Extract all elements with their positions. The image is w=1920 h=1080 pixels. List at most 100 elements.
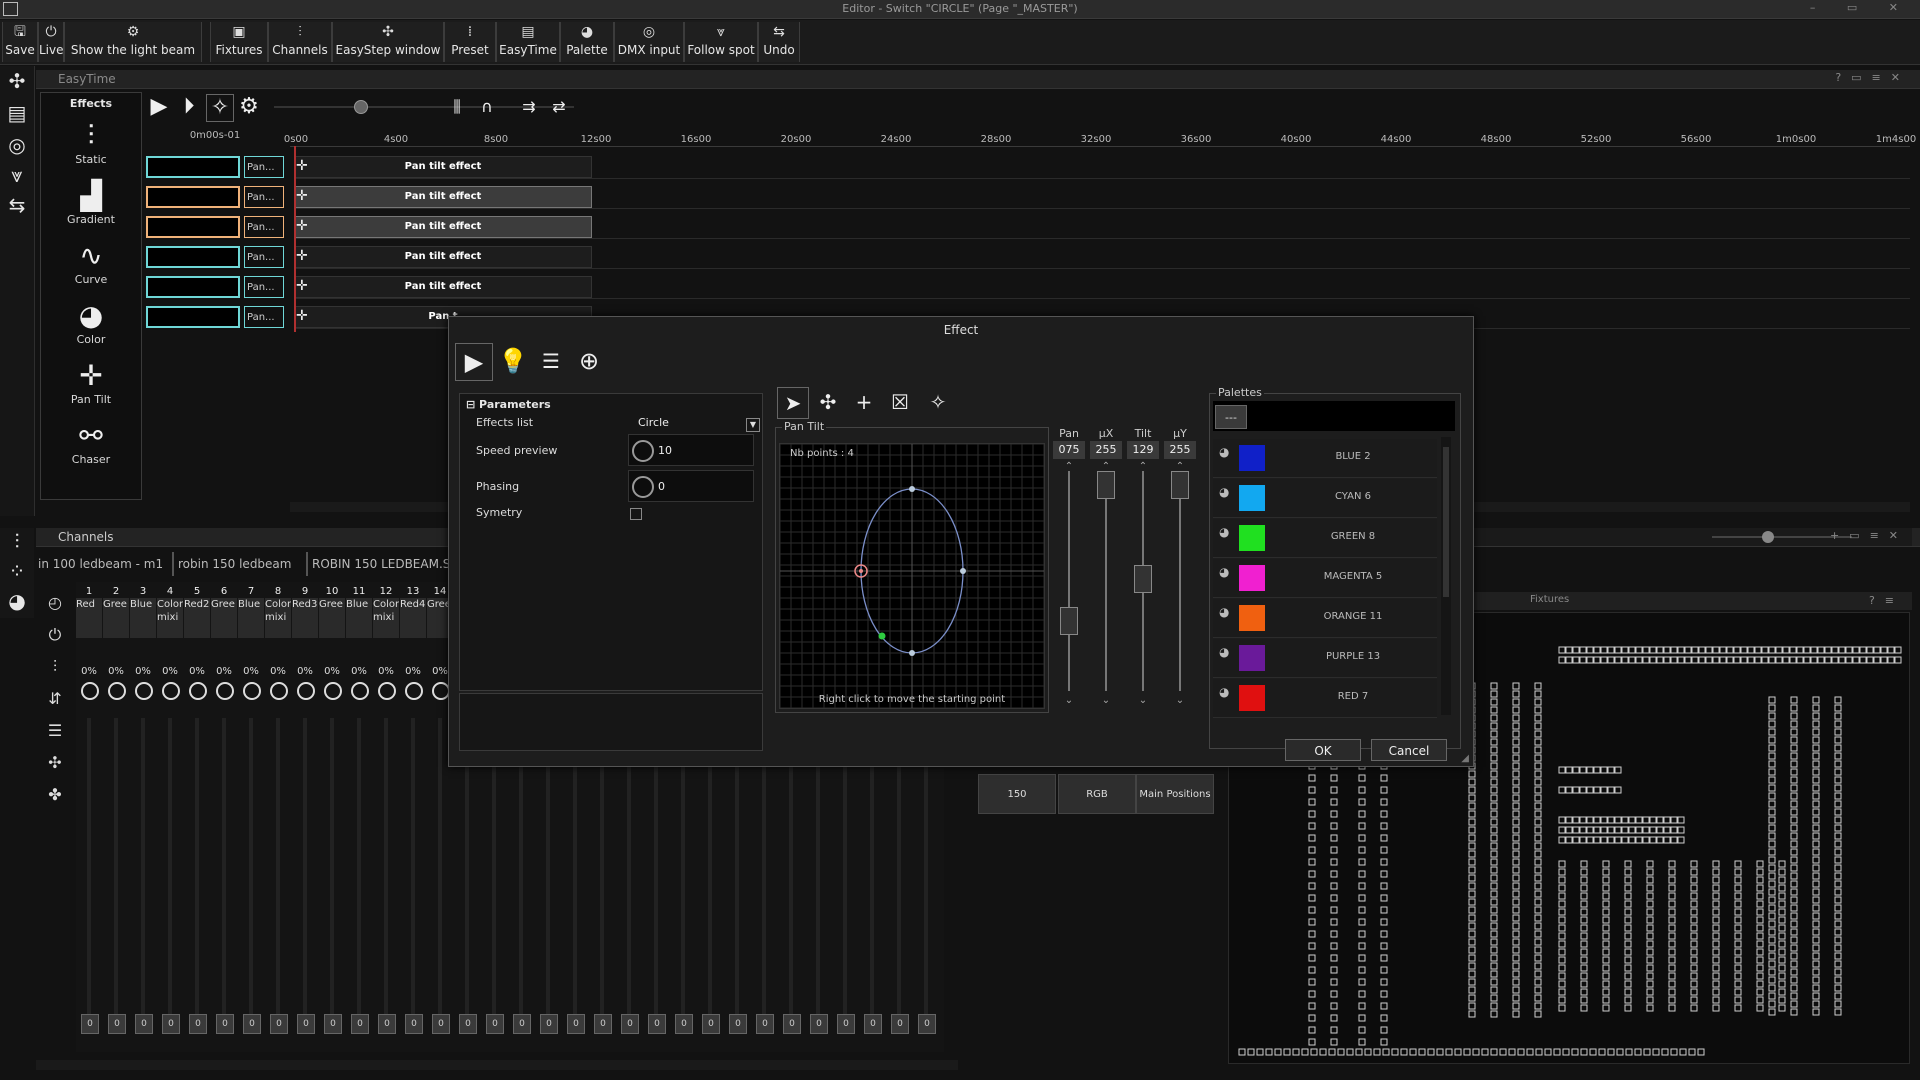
fixture-cell[interactable] [1712, 996, 1720, 1004]
fixture-cell[interactable] [1834, 696, 1842, 704]
fixture-cell[interactable] [1427, 1048, 1435, 1056]
fixture-cell[interactable] [1768, 888, 1776, 896]
fixture-cell[interactable] [1607, 826, 1615, 834]
track-selector[interactable] [146, 306, 240, 328]
fixture-cell[interactable] [1812, 816, 1820, 824]
fixture-cell[interactable] [1358, 882, 1366, 890]
fixture-cell[interactable] [1380, 978, 1388, 986]
fixture-cell[interactable] [1558, 868, 1566, 876]
channel-fader-handle[interactable]: 0 [702, 1014, 720, 1034]
fixture-cell[interactable] [1308, 918, 1316, 926]
fixture-cell[interactable] [1580, 916, 1588, 924]
fixture-cell[interactable] [1308, 990, 1316, 998]
fixture-cell[interactable] [1364, 1048, 1372, 1056]
fixture-cell[interactable] [1643, 1048, 1651, 1056]
easystep-window-button[interactable]: ✣ EasyStep window [332, 22, 444, 62]
fixture-cell[interactable] [1852, 656, 1860, 664]
fixture-cell[interactable] [1887, 646, 1895, 654]
fixture-cell[interactable] [1768, 816, 1776, 824]
fixture-cell[interactable] [1812, 704, 1820, 712]
fixture-cell[interactable] [1330, 798, 1338, 806]
fixture-cell[interactable] [1380, 930, 1388, 938]
fixture-cell[interactable] [1382, 1048, 1390, 1056]
fixture-cell[interactable] [1600, 826, 1608, 834]
fixture-cell[interactable] [1810, 656, 1818, 664]
fixture-cell[interactable] [1734, 940, 1742, 948]
fixture-cell[interactable] [1600, 656, 1608, 664]
fixture-cell[interactable] [1668, 860, 1676, 868]
fixture-cell[interactable] [1512, 954, 1520, 962]
fixture-cell[interactable] [1517, 1048, 1525, 1056]
channel-fader-handle[interactable]: 0 [837, 1014, 855, 1034]
fixture-cell[interactable] [1768, 800, 1776, 808]
fixture-cell[interactable] [1838, 656, 1846, 664]
fixture-cell[interactable] [1490, 682, 1498, 690]
fixture-cell[interactable] [1790, 952, 1798, 960]
fixture-cell[interactable] [1558, 884, 1566, 892]
fixture-cell[interactable] [1330, 978, 1338, 986]
fixture-cell[interactable] [1565, 646, 1573, 654]
fixture-cell[interactable] [1756, 980, 1764, 988]
fixture-cell[interactable] [1768, 720, 1776, 728]
fixture-cell[interactable] [1558, 956, 1566, 964]
fixture-cell[interactable] [1301, 1048, 1309, 1056]
fixture-cell[interactable] [1602, 884, 1610, 892]
fixture-cell[interactable] [1593, 786, 1601, 794]
fixture-cell[interactable] [1358, 870, 1366, 878]
fixture-cell[interactable] [1380, 834, 1388, 842]
fixture-cell[interactable] [1768, 968, 1776, 976]
fixture-cell[interactable] [1308, 774, 1316, 782]
fixture-cell[interactable] [1380, 858, 1388, 866]
fixture-cell[interactable] [1468, 986, 1476, 994]
fixture-cell[interactable] [1468, 826, 1476, 834]
fixture-cell[interactable] [1734, 916, 1742, 924]
effect-block[interactable]: Pan tilt effect [294, 276, 592, 298]
fixture-cell[interactable] [1880, 646, 1888, 654]
fixture-cell[interactable] [1292, 1048, 1300, 1056]
fixture-cell[interactable] [1468, 850, 1476, 858]
channel-fader-handle[interactable]: 0 [621, 1014, 639, 1034]
fixture-cell[interactable] [1572, 816, 1580, 824]
fixture-cell[interactable] [1358, 966, 1366, 974]
power-icon[interactable]: ⏻ [44, 624, 66, 646]
fixture-cell[interactable] [1768, 824, 1776, 832]
fixture-cell[interactable] [1602, 956, 1610, 964]
fixture-cell[interactable] [1308, 810, 1316, 818]
fixture-cell[interactable] [1580, 860, 1588, 868]
channel-knob[interactable] [81, 682, 99, 700]
fixture-cell[interactable] [1490, 714, 1498, 722]
play-icon[interactable]: ▶ [146, 94, 172, 120]
fixture-cell[interactable] [1330, 834, 1338, 842]
fixtures-button[interactable]: ▣ Fixtures [210, 22, 268, 62]
fixture-cell[interactable] [1565, 656, 1573, 664]
fixture-cell[interactable] [1534, 778, 1542, 786]
fixture-cell[interactable] [1628, 646, 1636, 654]
fixture-cell[interactable] [1712, 980, 1720, 988]
fixture-cell[interactable] [1768, 784, 1776, 792]
fixture-cell[interactable] [1690, 860, 1698, 868]
fixture-cell[interactable] [1330, 966, 1338, 974]
fixture-cell[interactable] [1534, 1002, 1542, 1010]
fixture-cell[interactable] [1602, 868, 1610, 876]
fixture-cell[interactable] [1796, 646, 1804, 654]
fixture-cell[interactable] [1790, 704, 1798, 712]
fixture-cell[interactable] [1468, 994, 1476, 1002]
fixture-cell[interactable] [1468, 802, 1476, 810]
fixture-cell[interactable] [1571, 1048, 1579, 1056]
fixture-cell[interactable] [1690, 908, 1698, 916]
add-point-icon[interactable]: + [849, 387, 879, 417]
fixture-cell[interactable] [1468, 978, 1476, 986]
fixture-cell[interactable] [1330, 1002, 1338, 1010]
fixture-cell[interactable] [1490, 946, 1498, 954]
fixture-cell[interactable] [1358, 1002, 1366, 1010]
fixture-cell[interactable] [1330, 918, 1338, 926]
fixture-cell[interactable] [1380, 918, 1388, 926]
fixture-cell[interactable] [1834, 864, 1842, 872]
fixture-cell[interactable] [1624, 996, 1632, 1004]
fixture-cell[interactable] [1656, 836, 1664, 844]
fixture-cell[interactable] [1690, 876, 1698, 884]
fixture-cell[interactable] [1614, 826, 1622, 834]
fixture-cell[interactable] [1754, 646, 1762, 654]
palette-item[interactable]: ◕ ORANGE 11 [1213, 599, 1437, 638]
fixture-cell[interactable] [1490, 850, 1498, 858]
